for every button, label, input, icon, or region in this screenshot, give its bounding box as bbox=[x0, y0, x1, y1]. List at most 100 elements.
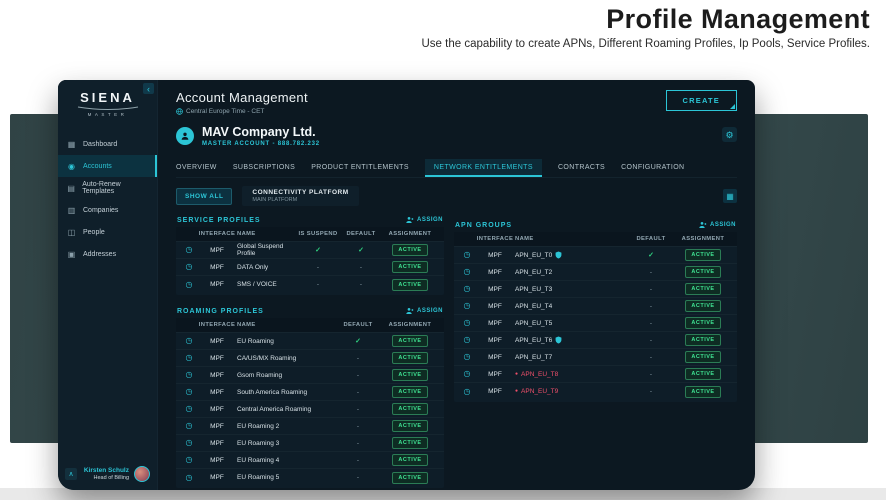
account-subtitle: MASTER ACCOUNT - 888.782.232 bbox=[202, 141, 320, 147]
table-row[interactable]: ◷ MPF Central America Roaming - ACTIVE bbox=[176, 401, 444, 418]
interface-cell: MPF bbox=[210, 354, 224, 362]
history-icon[interactable]: ◷ bbox=[181, 405, 197, 413]
table-row[interactable]: ◷ MPF APN_EU_T3 - ACTIVE bbox=[454, 281, 737, 298]
history-icon[interactable]: ◷ bbox=[181, 388, 197, 396]
assign-button[interactable]: ASSIGN bbox=[699, 221, 736, 229]
history-icon[interactable]: ◷ bbox=[181, 246, 197, 254]
status-badge: ACTIVE bbox=[392, 403, 428, 415]
platform-title: CONNECTIVITY PLATFORM bbox=[252, 189, 349, 196]
history-icon[interactable]: ◷ bbox=[181, 280, 197, 289]
sidebar-item-people[interactable]: ◫ People bbox=[58, 221, 157, 243]
history-icon[interactable]: ◷ bbox=[459, 336, 475, 344]
table-row[interactable]: ◷ MPF Global Suspend Profile ✓ ✓ ACTIVE bbox=[176, 242, 444, 259]
table-row[interactable]: ◷ MPF South America Roaming - ACTIVE bbox=[176, 384, 444, 401]
column-header-name: NAME bbox=[515, 236, 534, 242]
sidebar-item-label: Auto-Renew Templates bbox=[82, 181, 121, 195]
value-cell: - bbox=[356, 388, 360, 396]
interface-cell: MPF bbox=[210, 474, 224, 481]
collapse-up-button[interactable]: ∧ bbox=[65, 468, 77, 480]
table-row[interactable]: ◷ MPF APN_EU_T4 - ACTIVE bbox=[454, 298, 737, 315]
sidebar-item-accounts[interactable]: ◉ Accounts bbox=[58, 155, 157, 177]
sidebar-item-companies[interactable]: ▥ Companies bbox=[58, 199, 157, 221]
table-header-row: INTERFACE NAME DEFAULT ASSIGNMENT bbox=[454, 232, 737, 247]
history-icon[interactable]: ◷ bbox=[459, 302, 475, 310]
table-row[interactable]: ◷ MPF EU Roaming 4 - ACTIVE bbox=[176, 452, 444, 469]
person-icon bbox=[181, 132, 189, 140]
status-badge: ACTIVE bbox=[392, 437, 428, 449]
tab-subscriptions[interactable]: SUBSCRIPTIONS bbox=[233, 159, 295, 177]
history-icon[interactable]: ◷ bbox=[181, 473, 197, 482]
table-row[interactable]: ◷ MPF EU Roaming ✓ ACTIVE bbox=[176, 333, 444, 350]
table-row[interactable]: ◷ MPF EU Roaming 3 - ACTIVE bbox=[176, 435, 444, 452]
history-icon[interactable]: ◷ bbox=[459, 285, 475, 293]
history-icon[interactable]: ◷ bbox=[459, 268, 475, 276]
table-row[interactable]: ◷ MPF EU Roaming 2 - ACTIVE bbox=[176, 418, 444, 435]
table-view-button[interactable]: ▦ bbox=[723, 189, 737, 203]
assign-label: ASSIGN bbox=[709, 222, 736, 228]
status-badge: ACTIVE bbox=[392, 261, 428, 273]
interface-cell: MPF bbox=[210, 439, 224, 447]
interface-cell: MPF bbox=[210, 337, 224, 345]
table-row[interactable]: ◷ MPF EU Roaming 5 - ACTIVE bbox=[176, 469, 444, 486]
sidebar-item-addresses[interactable]: ▣ Addresses bbox=[58, 243, 157, 265]
assign-button[interactable]: ASSIGN bbox=[406, 216, 443, 224]
profile-name: CA/US/MX Roaming bbox=[237, 354, 297, 362]
history-icon[interactable]: ◷ bbox=[181, 263, 197, 271]
history-icon[interactable]: ◷ bbox=[181, 439, 197, 447]
sidebar-item-dashboard[interactable]: ▦ Dashboard bbox=[58, 133, 157, 155]
history-icon[interactable]: ◷ bbox=[459, 370, 475, 378]
platform-chip[interactable]: CONNECTIVITY PLATFORM MAIN PLATFORM bbox=[242, 186, 359, 206]
profile-name: APN_EU_T7 bbox=[515, 353, 553, 361]
interface-cell: MPF bbox=[488, 336, 502, 344]
addresses-icon: ▣ bbox=[67, 249, 76, 259]
user-role: Head of Billing bbox=[93, 475, 129, 481]
table-row[interactable]: ◷ MPF SMS / VOICE - - ACTIVE bbox=[176, 276, 444, 293]
assign-button[interactable]: ASSIGN bbox=[406, 307, 443, 315]
shield-icon bbox=[555, 336, 562, 344]
status-badge: ACTIVE bbox=[685, 317, 721, 329]
interface-cell: MPF bbox=[488, 319, 502, 327]
history-icon[interactable]: ◷ bbox=[459, 319, 475, 327]
history-icon[interactable]: ◷ bbox=[181, 456, 197, 464]
sidebar-collapse-button[interactable]: ‹ bbox=[143, 83, 154, 94]
logo-swoosh-icon bbox=[77, 106, 138, 110]
check-icon: ✓ bbox=[358, 247, 364, 254]
tab-configuration[interactable]: CONFIGURATION bbox=[621, 159, 684, 177]
tab-product-entitlements[interactable]: PRODUCT ENTITLEMENTS bbox=[311, 159, 409, 177]
table-row[interactable]: ◷ MPF CA/US/MX Roaming - ACTIVE bbox=[176, 350, 444, 367]
history-icon[interactable]: ◷ bbox=[181, 354, 197, 362]
history-icon[interactable]: ◷ bbox=[181, 422, 197, 430]
table-row[interactable]: ◷ MPF Gsom Roaming - ACTIVE bbox=[176, 367, 444, 384]
account-name: MAV Company Ltd. bbox=[202, 125, 316, 139]
history-icon[interactable]: ◷ bbox=[459, 387, 475, 396]
show-all-button[interactable]: SHOW ALL bbox=[176, 187, 233, 205]
panel-header: APN GROUPS ASSIGN bbox=[454, 219, 737, 232]
sidebar-item-auto-renew-templates[interactable]: ▤ Auto-Renew Templates bbox=[58, 177, 157, 199]
value-cell: - bbox=[316, 263, 320, 271]
table-row[interactable]: ◷ MPF ● APN_EU_T8 - ACTIVE bbox=[454, 366, 737, 383]
platform-subtitle: MAIN PLATFORM bbox=[252, 197, 298, 203]
table-row[interactable]: ◷ MPF APN_EU_T6 - ACTIVE bbox=[454, 332, 737, 349]
table-row[interactable]: ◷ MPF APN_EU_T2 - ACTIVE bbox=[454, 264, 737, 281]
interface-cell: MPF bbox=[210, 281, 224, 288]
create-button[interactable]: CREATE bbox=[665, 90, 737, 111]
table-row[interactable]: ◷ MPF DATA Only - - ACTIVE bbox=[176, 259, 444, 276]
tab-contracts[interactable]: CONTRACTS bbox=[558, 159, 605, 177]
roaming-profiles-table: INTERFACE NAME DEFAULT ASSIGNMENT ◷ MPF EU Roa… bbox=[176, 318, 444, 488]
profile-name: EU Roaming 5 bbox=[237, 474, 280, 481]
history-icon[interactable]: ◷ bbox=[459, 353, 475, 361]
table-row[interactable]: ◷ MPF ● APN_EU_T9 - ACTIVE bbox=[454, 383, 737, 400]
avatar[interactable] bbox=[134, 466, 150, 482]
history-icon[interactable]: ◷ bbox=[181, 371, 197, 379]
history-icon[interactable]: ◷ bbox=[181, 337, 197, 345]
table-row[interactable]: ◷ MPF APN_EU_T0 ✓ ACTIVE bbox=[454, 247, 737, 264]
history-icon[interactable]: ◷ bbox=[459, 251, 475, 259]
logo-subtext: MASTER bbox=[87, 112, 128, 117]
profile-name: DATA Only bbox=[237, 263, 269, 271]
tab-overview[interactable]: OVERVIEW bbox=[176, 159, 217, 177]
tab-network-entitlements[interactable]: NETWORK ENTITLEMENTS bbox=[424, 159, 542, 177]
status-badge: ACTIVE bbox=[685, 283, 721, 295]
table-row[interactable]: ◷ MPF APN_EU_T7 - ACTIVE bbox=[454, 349, 737, 366]
table-row[interactable]: ◷ MPF APN_EU_T5 - ACTIVE bbox=[454, 315, 737, 332]
settings-button[interactable]: ⚙ bbox=[722, 127, 737, 142]
